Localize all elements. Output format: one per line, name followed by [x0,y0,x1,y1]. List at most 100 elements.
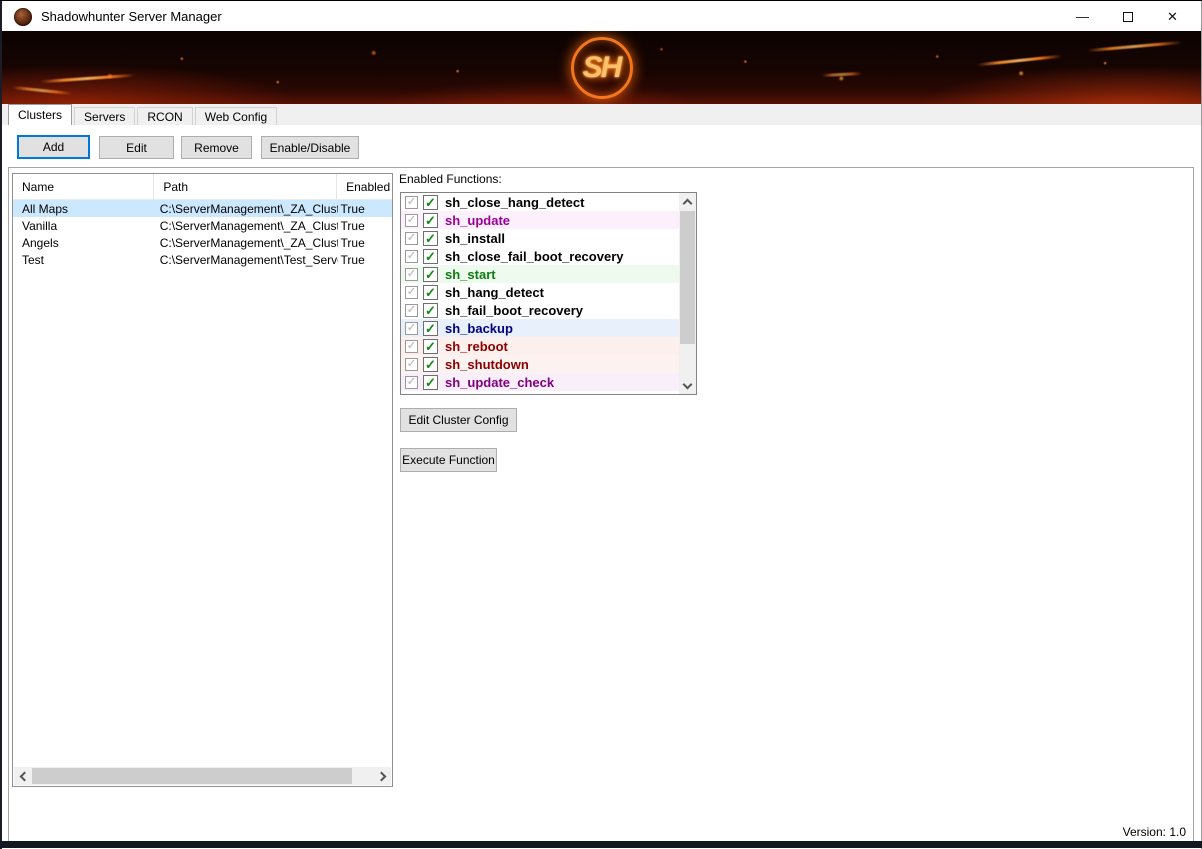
checkbox-icon[interactable]: ✓ [405,358,418,371]
tab-clusters[interactable]: Clusters [8,104,72,125]
function-name: sh_reboot [445,339,508,354]
cluster-row-test[interactable]: Test C:\ServerManagement\Test_Server... … [13,251,392,268]
banner-image: SH [2,31,1201,104]
function-item-sh-start[interactable]: ✓ ✓ sh_start [401,265,681,283]
cluster-list: Name Path Enabled All Maps C:\ServerMana… [12,173,393,787]
ember-streak [1087,41,1182,52]
cluster-name: Angels [13,236,155,250]
checkbox-icon[interactable]: ✓ [405,376,418,389]
scroll-left-icon[interactable] [14,767,31,785]
cluster-path: C:\ServerManagement\_ZA_Cluster... [155,202,338,216]
vertical-scrollbar[interactable] [679,193,696,394]
title-bar: Shadowhunter Server Manager — ✕ [2,2,1201,31]
add-button[interactable]: Add [17,135,90,159]
scroll-down-icon[interactable] [679,377,696,394]
column-header-enabled[interactable]: Enabled [337,174,392,199]
checkbox-icon[interactable]: ✓ [405,304,418,317]
ember-streak [40,74,135,84]
maximize-icon [1123,12,1133,22]
window-border-left [0,1,2,849]
cluster-name: All Maps [13,202,155,216]
function-name: sh_close_hang_detect [445,195,584,210]
cluster-name: Test [13,253,155,267]
function-name: sh_close_fail_boot_recovery [445,249,623,264]
ember-streak [977,55,1062,67]
version-label: Version: 1.0 [1123,825,1186,839]
function-item-sh-backup[interactable]: ✓ ✓ sh_backup [401,319,681,337]
execute-function-button[interactable]: Execute Function [400,448,497,472]
green-check-icon: ✓ [423,195,438,210]
minimize-button[interactable]: — [1060,2,1105,31]
cluster-enabled: True [338,236,392,250]
horizontal-scrollbar[interactable] [14,767,391,785]
sh-logo-text: SH [583,51,621,85]
green-check-icon: ✓ [423,339,438,354]
green-check-icon: ✓ [423,285,438,300]
function-item-sh-close-hang-detect[interactable]: ✓ ✓ sh_close_hang_detect [401,193,681,211]
edit-button[interactable]: Edit [99,136,174,159]
green-check-icon: ✓ [423,303,438,318]
horizontal-scrollbar-thumb[interactable] [32,768,352,784]
remove-button[interactable]: Remove [181,136,252,159]
green-check-icon: ✓ [423,357,438,372]
cluster-path: C:\ServerManagement\_ZA_Cluster... [155,219,338,233]
function-name: sh_update_check [445,375,554,390]
minimize-icon: — [1076,9,1089,24]
function-item-sh-update-check[interactable]: ✓ ✓ sh_update_check [401,373,681,391]
function-item-sh-install[interactable]: ✓ ✓ sh_install [401,229,681,247]
maximize-button[interactable] [1105,2,1150,31]
green-check-icon: ✓ [423,213,438,228]
window-title: Shadowhunter Server Manager [41,9,222,24]
ember-streak [822,72,862,77]
green-check-icon: ✓ [423,375,438,390]
tab-servers[interactable]: Servers [74,107,135,125]
function-name: sh_backup [445,321,513,336]
close-button[interactable]: ✕ [1150,2,1195,31]
function-name: sh_shutdown [445,357,529,372]
checkbox-icon[interactable]: ✓ [405,232,418,245]
cluster-list-header: Name Path Enabled [13,174,392,200]
green-check-icon: ✓ [423,231,438,246]
window-controls: — ✕ [1060,2,1195,31]
function-item-sh-update[interactable]: ✓ ✓ sh_update [401,211,681,229]
checkbox-icon[interactable]: ✓ [405,214,418,227]
scroll-right-icon[interactable] [374,767,391,785]
sh-logo: SH [571,37,633,99]
cluster-row-all-maps[interactable]: All Maps C:\ServerManagement\_ZA_Cluster… [13,200,392,217]
function-item-sh-shutdown[interactable]: ✓ ✓ sh_shutdown [401,355,681,373]
cluster-path: C:\ServerManagement\Test_Server... [155,253,338,267]
app-icon [14,8,32,26]
cluster-enabled: True [338,253,392,267]
edit-cluster-config-button[interactable]: Edit Cluster Config [400,408,517,432]
cluster-name: Vanilla [13,219,155,233]
function-name: sh_install [445,231,505,246]
functions-listbox: ✓ ✓ sh_close_hang_detect ✓ ✓ sh_update ✓… [400,192,697,395]
column-header-path[interactable]: Path [154,174,337,199]
checkbox-icon[interactable]: ✓ [405,196,418,209]
cluster-row-vanilla[interactable]: Vanilla C:\ServerManagement\_ZA_Cluster.… [13,217,392,234]
vertical-scrollbar-thumb[interactable] [680,211,695,344]
checkbox-icon[interactable]: ✓ [405,340,418,353]
tab-web-config[interactable]: Web Config [195,107,277,125]
cluster-enabled: True [338,202,392,216]
checkbox-icon[interactable]: ✓ [405,322,418,335]
function-name: sh_fail_boot_recovery [445,303,583,318]
function-item-sh-hang-detect[interactable]: ✓ ✓ sh_hang_detect [401,283,681,301]
cluster-enabled: True [338,219,392,233]
tab-rcon[interactable]: RCON [137,107,192,125]
checkbox-icon[interactable]: ✓ [405,286,418,299]
checkbox-icon[interactable]: ✓ [405,268,418,281]
cluster-path: C:\ServerManagement\_ZA_Cluster... [155,236,338,250]
close-icon: ✕ [1167,9,1178,25]
checkbox-icon[interactable]: ✓ [405,250,418,263]
function-name: sh_hang_detect [445,285,544,300]
function-item-sh-fail-boot-recovery[interactable]: ✓ ✓ sh_fail_boot_recovery [401,301,681,319]
column-header-name[interactable]: Name [13,174,154,199]
cluster-row-angels[interactable]: Angels C:\ServerManagement\_ZA_Cluster..… [13,234,392,251]
function-item-sh-close-fail-boot-recovery[interactable]: ✓ ✓ sh_close_fail_boot_recovery [401,247,681,265]
enable-disable-button[interactable]: Enable/Disable [261,136,359,159]
window-border-bottom [0,841,1202,848]
scroll-up-icon[interactable] [679,193,696,210]
green-check-icon: ✓ [423,267,438,282]
function-item-sh-reboot[interactable]: ✓ ✓ sh_reboot [401,337,681,355]
